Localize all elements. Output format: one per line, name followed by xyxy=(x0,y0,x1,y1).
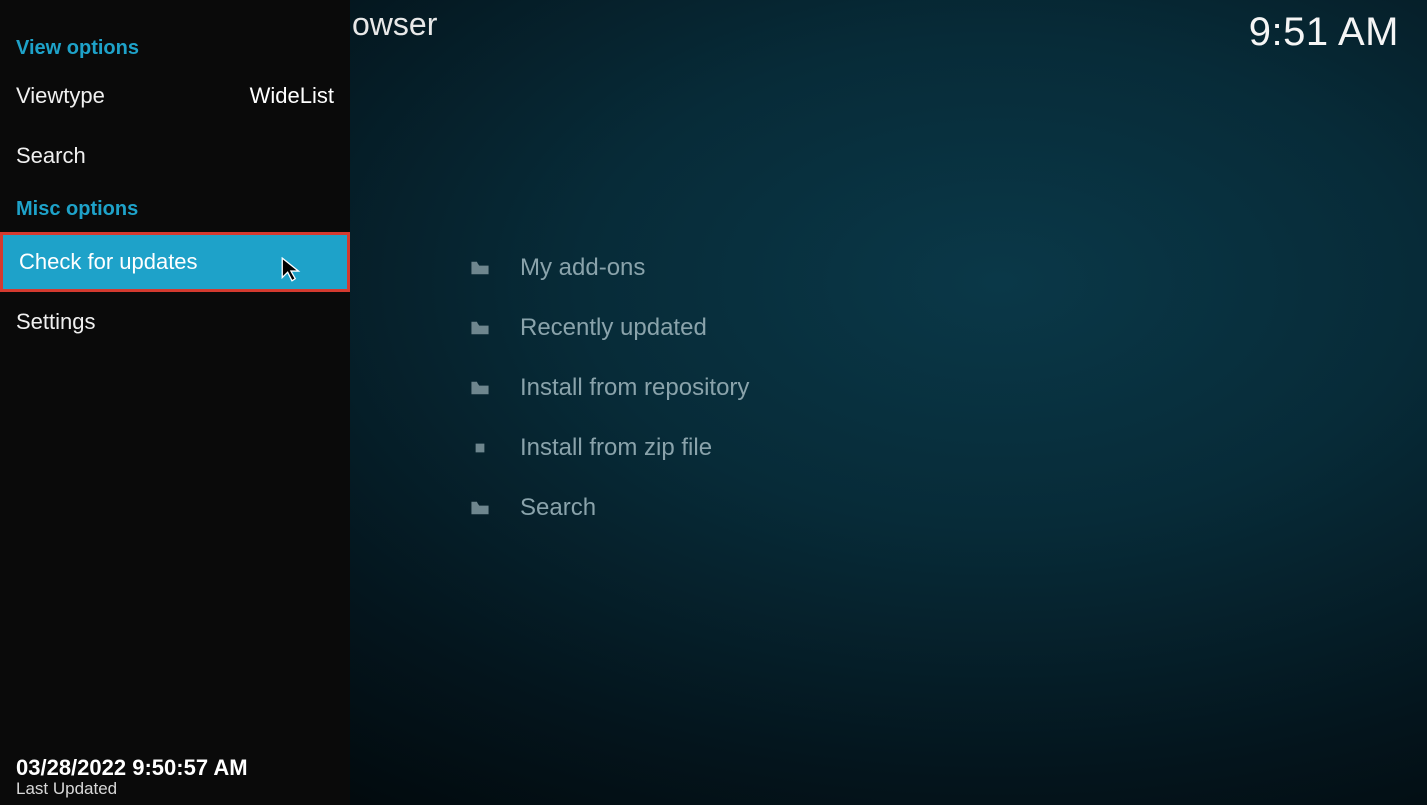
list-item-label: My add-ons xyxy=(520,254,645,282)
settings-row[interactable]: Settings xyxy=(0,292,350,352)
folder-icon xyxy=(470,321,520,335)
list-item-install-zip[interactable]: Install from zip file xyxy=(470,418,1387,478)
folder-icon xyxy=(470,261,520,275)
viewtype-label: Viewtype xyxy=(16,83,250,109)
misc-options-header: Misc options xyxy=(0,186,350,232)
footer-timestamp: 03/28/2022 9:50:57 AM xyxy=(16,755,248,781)
folder-icon xyxy=(470,381,520,395)
list-item-label: Install from zip file xyxy=(520,434,712,462)
folder-icon xyxy=(470,501,520,515)
footer-label: Last Updated xyxy=(16,779,248,799)
clock: 9:51 AM xyxy=(1249,10,1399,55)
list-item-label: Install from repository xyxy=(520,374,749,402)
main-list: My add-ons Recently updated Install from… xyxy=(470,238,1387,538)
panel-footer: 03/28/2022 9:50:57 AM Last Updated xyxy=(16,755,248,799)
view-options-header: View options xyxy=(0,0,350,66)
viewtype-value: WideList xyxy=(250,83,334,109)
search-label: Search xyxy=(16,143,334,169)
search-row[interactable]: Search xyxy=(0,126,350,186)
viewtype-row[interactable]: Viewtype WideList xyxy=(0,66,350,126)
list-item-install-repository[interactable]: Install from repository xyxy=(470,358,1387,418)
zip-icon xyxy=(470,441,520,455)
side-panel: View options Viewtype WideList Search Mi… xyxy=(0,0,350,805)
settings-label: Settings xyxy=(16,309,334,335)
list-item-label: Recently updated xyxy=(520,314,707,342)
list-item-recently-updated[interactable]: Recently updated xyxy=(470,298,1387,358)
page-title-fragment: owser xyxy=(352,6,437,43)
list-item-search[interactable]: Search xyxy=(470,478,1387,538)
check-for-updates-row[interactable]: Check for updates xyxy=(0,232,350,292)
list-item-my-addons[interactable]: My add-ons xyxy=(470,238,1387,298)
check-for-updates-label: Check for updates xyxy=(19,249,331,275)
list-item-label: Search xyxy=(520,494,596,522)
